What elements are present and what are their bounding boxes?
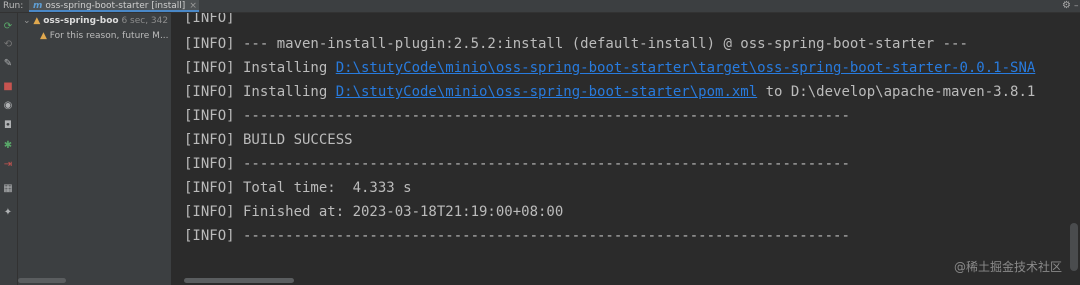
file-path-link[interactable]: D:\stutyCode\minio\oss-spring-boot-start… [336, 84, 757, 100]
line-prefix: [INFO] Installing [184, 84, 336, 100]
minimize-icon[interactable]: – [1074, 0, 1079, 12]
run-toolbar: Run: m oss-spring-boot-starter [install] ×… [0, 0, 1080, 13]
rerun-icon[interactable]: ⟳ [2, 21, 14, 33]
console-output[interactable]: [INFO] [INFO] --- maven-install-plugin:2… [172, 13, 1080, 285]
console-line: [INFO] --- maven-install-plugin:2.5.2:in… [184, 36, 968, 52]
console-line: [INFO] [184, 13, 235, 26]
camera-icon[interactable]: ◘ [2, 120, 14, 132]
warning-icon: ▲ [33, 16, 41, 26]
build-tree-panel: ⌄ ▲ oss-spring-boo 6 sec, 342 ms ▲ For t… [18, 13, 172, 285]
gear-icon[interactable]: ⚙ [1062, 0, 1071, 12]
tab-title: oss-spring-boot-starter [install] [45, 1, 186, 11]
wrench-icon[interactable]: ✎ [2, 58, 14, 70]
expand-arrow-icon[interactable]: ⌄ [23, 16, 31, 26]
pin-icon[interactable]: ✦ [2, 207, 14, 219]
tree-horizontal-scrollbar[interactable] [18, 278, 66, 283]
console-line: [INFO] Total time: 4.333 s [184, 180, 412, 196]
tree-item-project[interactable]: ⌄ ▲ oss-spring-boo 6 sec, 342 ms [23, 15, 171, 27]
console-line: [INFO] ---------------------------------… [184, 108, 850, 124]
warning-message: For this reason, future M... [49, 31, 169, 41]
warning-icon: ▲ [40, 31, 47, 41]
watermark: @稀土掘金技术社区 [954, 260, 1063, 274]
console-line: [INFO] Installing D:\stutyCode\minio\oss… [184, 83, 1035, 101]
tab-run-config[interactable]: m oss-spring-boot-starter [install] × [29, 0, 199, 12]
eye-icon[interactable]: ◉ [2, 100, 14, 112]
console-line: [INFO] ---------------------------------… [184, 156, 850, 172]
line-suffix: to D:\develop\apache-maven-3.8.1 [757, 84, 1036, 100]
project-name: oss-spring-boo [43, 16, 119, 26]
tree-item-warning[interactable]: ▲ For this reason, future M... [40, 30, 169, 42]
rerun-failed-icon[interactable]: ⟲ [2, 39, 14, 51]
console-line: [INFO] Finished at: 2023-03-18T21:19:00+… [184, 204, 564, 220]
console-line: [INFO] Installing D:\stutyCode\minio\oss… [184, 59, 1035, 77]
file-path-link[interactable]: D:\stutyCode\minio\oss-spring-boot-start… [336, 60, 1036, 76]
build-duration: 6 sec, 342 ms [121, 16, 171, 26]
line-prefix: [INFO] Installing [184, 60, 336, 76]
console-line: [INFO] ---------------------------------… [184, 228, 850, 244]
stop-icon[interactable]: ■ [2, 81, 14, 93]
exit-icon[interactable]: ⇥ [2, 159, 14, 171]
console-vertical-scrollbar[interactable] [1070, 223, 1078, 271]
close-icon[interactable]: × [189, 1, 197, 10]
run-label: Run: [3, 1, 24, 11]
console-horizontal-scrollbar[interactable] [184, 278, 294, 283]
maven-icon: m [33, 1, 43, 11]
debug-icon[interactable]: ✱ [2, 140, 14, 152]
layout-icon[interactable]: ▦ [2, 183, 14, 195]
run-tool-strip: ⟳ ⟲ ✎ ■ ◉ ◘ ✱ ⇥ ▦ ✦ [0, 13, 18, 285]
console-line: [INFO] BUILD SUCCESS [184, 132, 353, 148]
